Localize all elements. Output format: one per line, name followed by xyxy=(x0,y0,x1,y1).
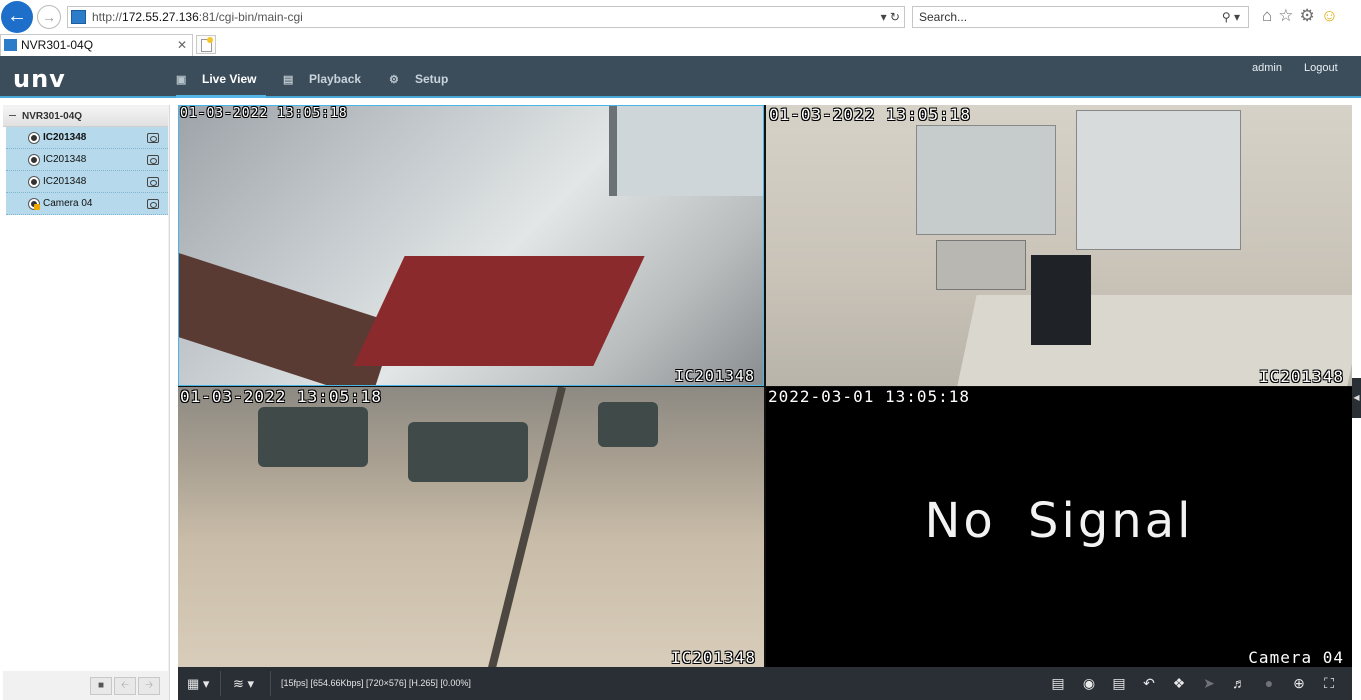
logout-link[interactable]: Logout xyxy=(1304,62,1338,74)
address-bar[interactable]: http://172.55.27.136:81/cgi-bin/main-cgi… xyxy=(67,6,905,28)
digital-zoom-icon[interactable]: ⊕ xyxy=(1291,675,1307,691)
tab-live-view[interactable]: ▣ Live View xyxy=(176,56,268,98)
device-tree-panel: NVR301-04Q IC201348 IC201348 IC201348 Ca… xyxy=(3,105,170,700)
video-camera-name: Camera 04 xyxy=(1248,648,1344,667)
scene-meter xyxy=(936,240,1026,290)
stream-select-icon[interactable]: ≋ ▾ xyxy=(233,674,254,694)
tab-playback[interactable]: ▤ Playback xyxy=(283,56,361,96)
next-arrow-icon[interactable]: 🡢 xyxy=(138,677,160,695)
channel-item-2[interactable]: IC201348 xyxy=(6,149,168,171)
device-tree-root[interactable]: NVR301-04Q xyxy=(3,107,168,127)
camera-icon xyxy=(29,177,39,187)
channel-label: IC201348 xyxy=(43,176,87,187)
search-input[interactable]: Search... ⚲ ▾ xyxy=(912,6,1249,28)
favorites-star-icon[interactable]: ☆ xyxy=(1278,6,1299,25)
channel-label: IC201348 xyxy=(43,132,87,143)
ptz-control-icon[interactable]: ❖ xyxy=(1171,675,1187,691)
browser-toolbar: ← → http://172.55.27.136:81/cgi-bin/main… xyxy=(0,0,1361,34)
toolbar-divider xyxy=(270,671,271,696)
video-tile-2[interactable]: 01-03-2022 13:05:18 IC201348 xyxy=(766,105,1352,386)
channel-item-4[interactable]: Camera 04 xyxy=(6,193,168,215)
record-clip-icon[interactable]: ▤ xyxy=(1111,675,1127,691)
video-camera-name: IC201348 xyxy=(670,648,756,667)
tree-controls: ■ 🡠 🡢 xyxy=(88,675,160,695)
settings-gear-icon[interactable]: ⚙ xyxy=(1300,6,1321,25)
channel-label: IC201348 xyxy=(43,154,87,165)
zoom-in-icon[interactable]: ➤ xyxy=(1201,675,1217,691)
layout-grid-icon[interactable]: ▦ ▾ xyxy=(187,674,209,694)
channel-label: Camera 04 xyxy=(43,198,93,209)
video-timestamp: 01-03-2022 13:05:18 xyxy=(180,106,348,121)
record-video-icon[interactable] xyxy=(147,133,159,143)
scene-panel xyxy=(1076,110,1241,250)
nav-label: Setup xyxy=(415,72,449,86)
video-toolbar: ▦ ▾ ≋ ▾ [15fps] [654.66Kbps] [720×576] [… xyxy=(178,667,1352,700)
browser-tab[interactable]: NVR301-04Q ✕ xyxy=(0,34,193,56)
app-header: unv ▣ Live View ▤ Playback ⚙ Setup admin Lo… xyxy=(0,56,1361,98)
nav-label: Live View xyxy=(202,72,257,86)
browser-tabs: NVR301-04Q ✕ xyxy=(0,34,1361,56)
snapshot-camera-icon[interactable]: ◉ xyxy=(1081,675,1097,691)
record-video-icon[interactable] xyxy=(147,155,159,165)
home-icon[interactable]: ⌂ xyxy=(1262,6,1278,25)
nav-label: Playback xyxy=(309,72,362,86)
tab-setup[interactable]: ⚙ Setup xyxy=(389,56,448,96)
tab-title: NVR301-04Q xyxy=(21,38,94,52)
scene-ups xyxy=(1031,255,1091,345)
video-timestamp: 01-03-2022 13:05:18 xyxy=(180,387,383,406)
search-placeholder: Search... xyxy=(919,10,968,24)
channel-item-1[interactable]: IC201348 xyxy=(6,127,168,149)
forward-arrow-icon[interactable]: → xyxy=(37,5,61,29)
fullscreen-icon[interactable]: ⛶ xyxy=(1321,675,1337,691)
monitor-icon: ▣ xyxy=(176,74,187,86)
video-timestamp: 2022-03-01 13:05:18 xyxy=(768,387,971,406)
scene-cabinet xyxy=(916,125,1056,235)
playback-instant-icon[interactable]: ↶ xyxy=(1141,675,1157,691)
channel-list: IC201348 IC201348 IC201348 Camera 04 xyxy=(3,127,168,671)
site-favicon-icon xyxy=(71,10,86,24)
toolbar-divider xyxy=(220,671,221,696)
channel-item-3[interactable]: IC201348 xyxy=(6,171,168,193)
video-camera-name: IC201348 xyxy=(1258,367,1344,386)
brand-logo: unv xyxy=(13,65,66,93)
gear-icon: ⚙ xyxy=(389,74,399,86)
record-video-icon[interactable] xyxy=(147,199,159,209)
search-icon[interactable]: ⚲ ▾ xyxy=(1222,7,1240,27)
browser-icons: ⌂☆⚙☺ xyxy=(1262,6,1344,26)
scene-window xyxy=(609,106,763,196)
film-icon: ▤ xyxy=(283,74,294,86)
stream-info: [15fps] [654.66Kbps] [720×576] [H.265] [… xyxy=(281,678,471,688)
video-timestamp: 01-03-2022 13:05:18 xyxy=(769,105,972,124)
microphone-icon[interactable]: ● xyxy=(1261,675,1277,691)
username: admin xyxy=(1252,62,1282,74)
feedback-smiley-icon[interactable]: ☺ xyxy=(1321,6,1344,25)
volume-speaker-icon[interactable]: ♬ xyxy=(1231,675,1247,691)
new-tab-button[interactable] xyxy=(196,35,216,54)
video-tile-3[interactable]: 01-03-2022 13:05:18 IC201348 xyxy=(178,387,764,667)
camera-icon xyxy=(29,133,39,143)
camera-icon xyxy=(29,155,39,165)
video-tile-4[interactable]: 2022-03-01 13:05:18 No Signal Camera 04 xyxy=(766,387,1352,667)
address-url: http://172.55.27.136:81/cgi-bin/main-cgi xyxy=(92,10,303,24)
scene-rickshaw xyxy=(598,402,658,447)
scene-rickshaw xyxy=(258,407,368,467)
refresh-icon[interactable]: ▾ ↻ xyxy=(881,7,900,27)
scene-mat xyxy=(353,256,645,366)
video-camera-name: IC201348 xyxy=(674,367,755,385)
live-video-grid: 01-03-2022 13:05:18 IC201348 01-03-2022 … xyxy=(178,105,1352,667)
collapse-panel-handle[interactable]: ◀ xyxy=(1352,378,1361,418)
back-arrow-icon[interactable]: ← xyxy=(1,1,33,33)
no-signal-message: No Signal xyxy=(924,493,1194,549)
scene-rickshaw xyxy=(408,422,528,482)
close-icon[interactable]: ✕ xyxy=(177,35,187,55)
warning-icon xyxy=(34,204,40,210)
stop-icon[interactable]: ■ xyxy=(90,677,112,695)
tab-favicon-icon xyxy=(4,39,17,51)
record-video-icon[interactable] xyxy=(147,177,159,187)
video-tile-1[interactable]: 01-03-2022 13:05:18 IC201348 xyxy=(178,105,764,386)
fit-window-icon[interactable]: ▤ xyxy=(1050,675,1066,691)
previous-arrow-icon[interactable]: 🡠 xyxy=(114,677,136,695)
